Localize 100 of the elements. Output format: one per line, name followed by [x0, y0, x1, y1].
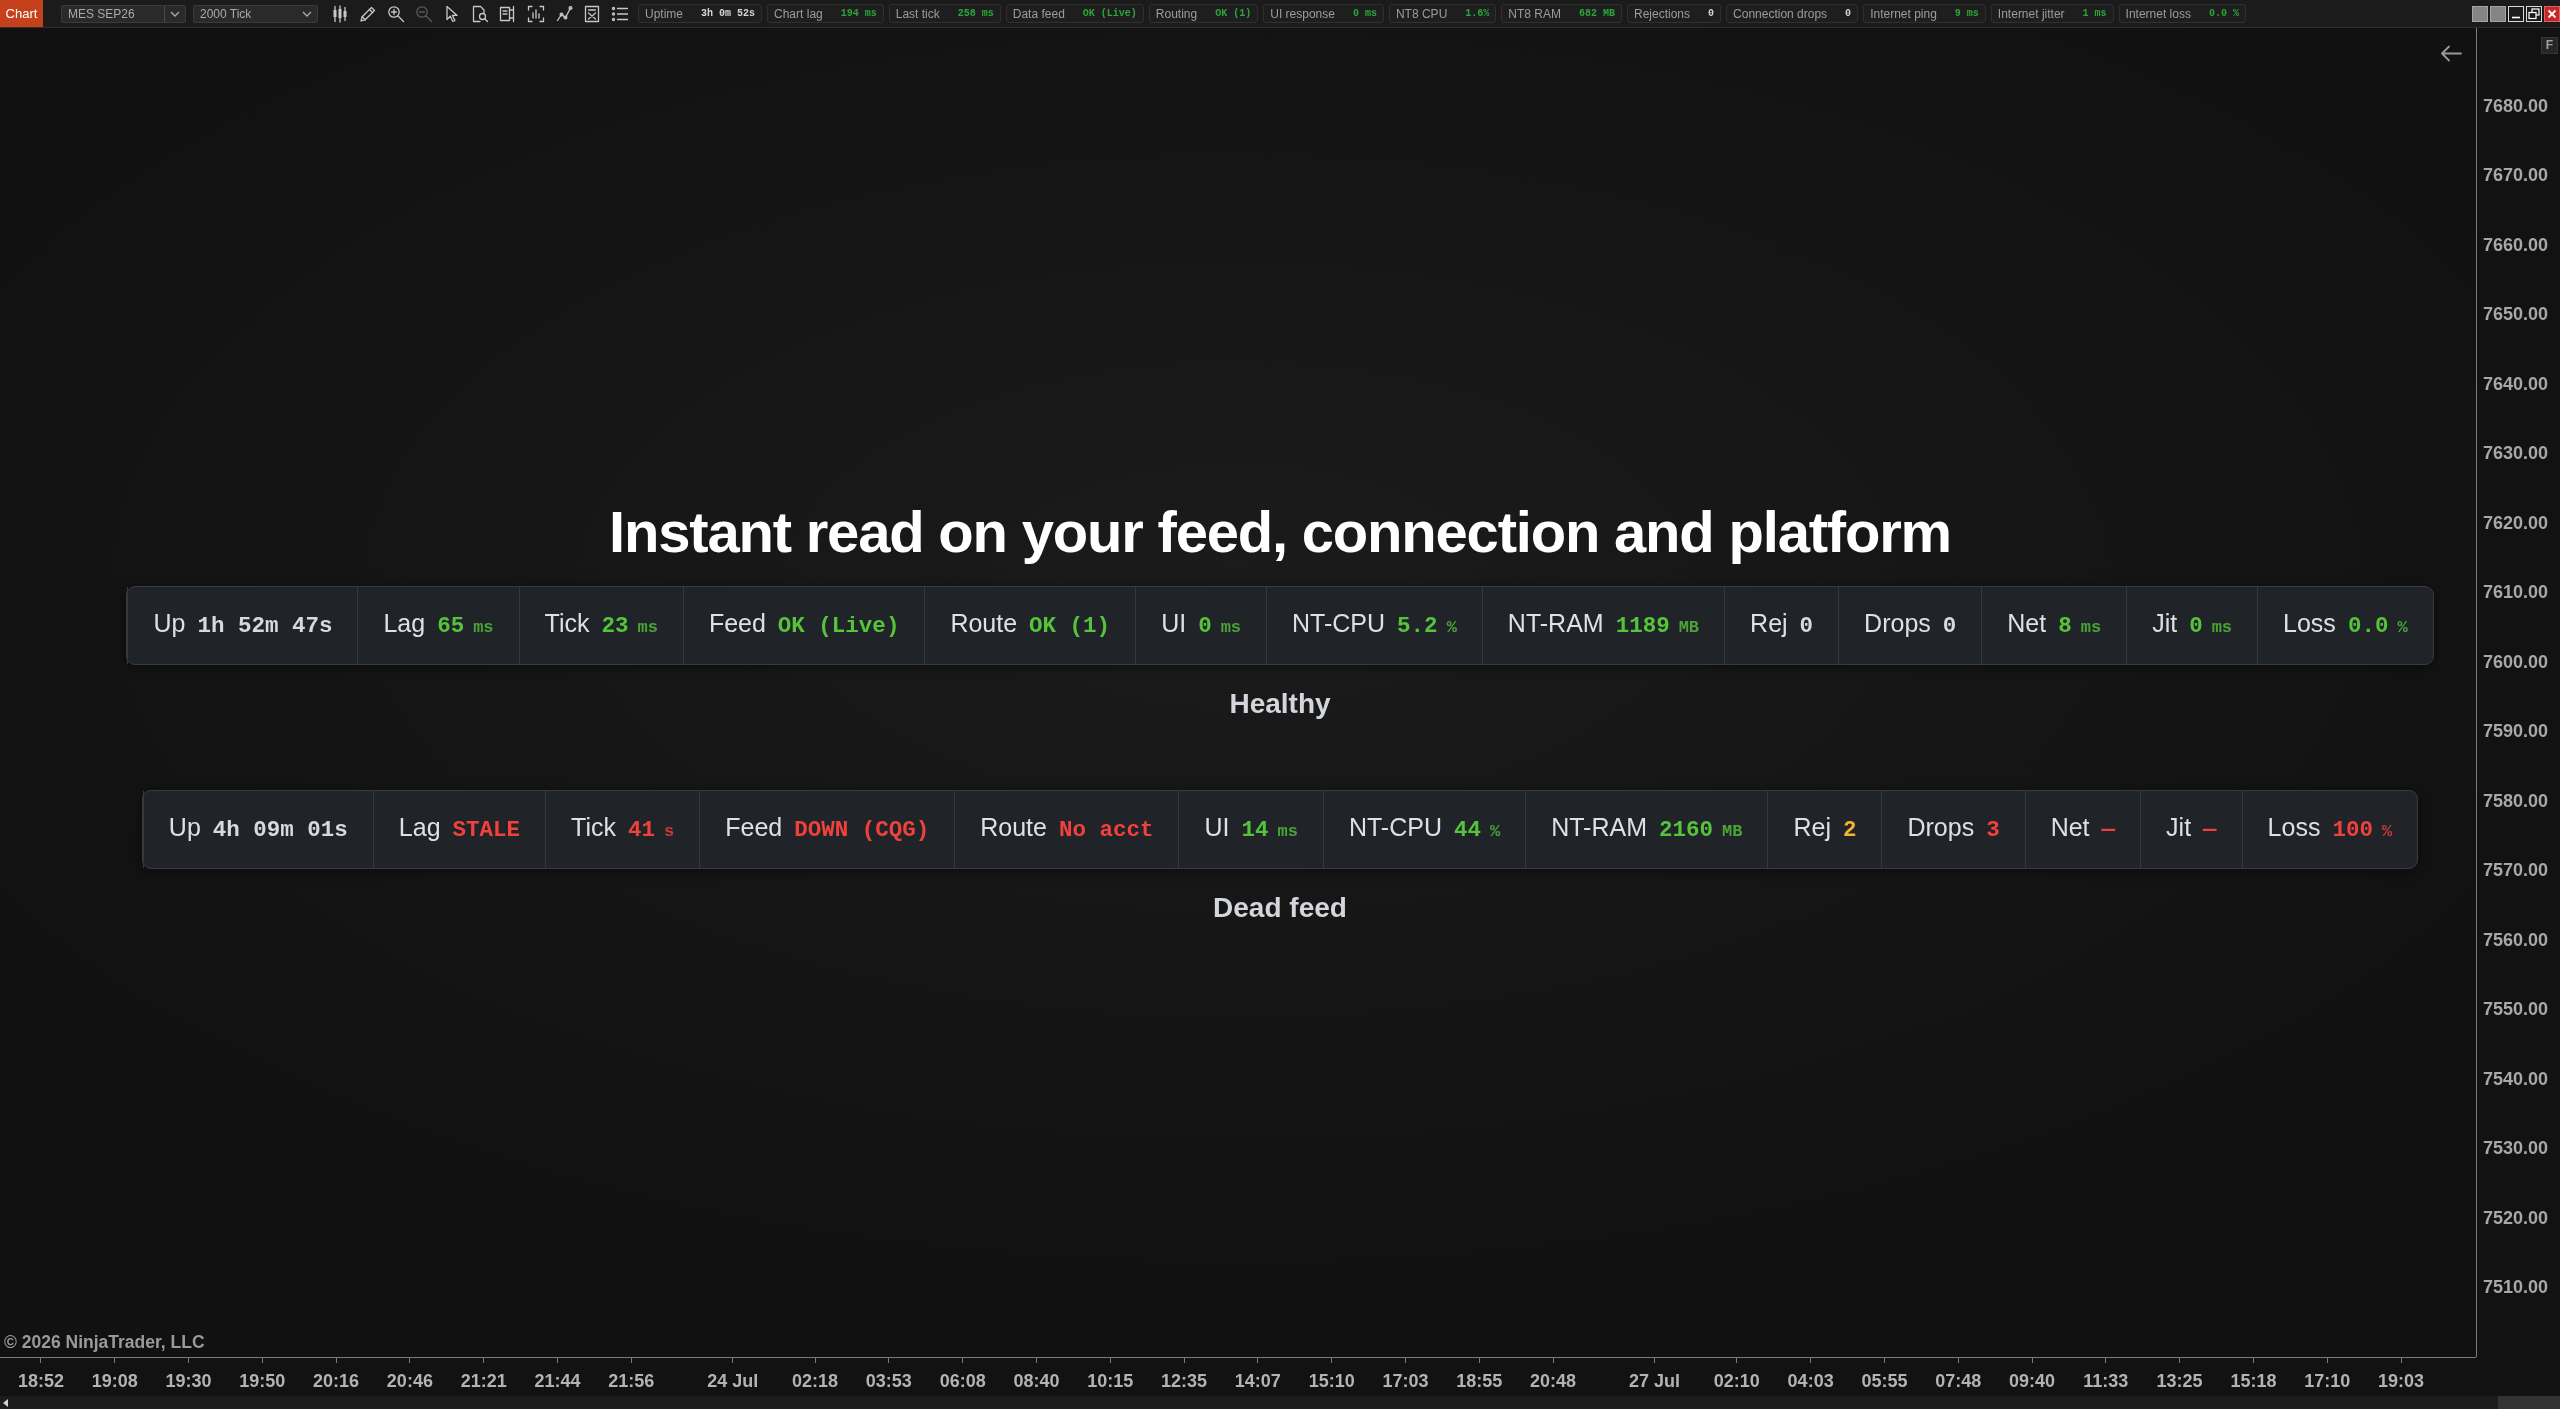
- price-label: 7590.00: [2483, 720, 2549, 743]
- interval-dropdown[interactable]: 2000 Tick: [193, 4, 318, 23]
- metric-value: 0: [2189, 612, 2203, 641]
- chip-value: 0: [1708, 6, 1715, 21]
- metric-unit: ms: [1220, 617, 1242, 639]
- left-arrow-icon[interactable]: [2440, 45, 2462, 62]
- chip-label: Connection drops: [1733, 6, 1828, 21]
- copyright-text: © 2026 NinjaTrader, LLC: [4, 1332, 205, 1352]
- time-label: 13:25: [2156, 1370, 2203, 1392]
- metric-value: 65: [437, 612, 465, 641]
- restore-icon[interactable]: [2526, 5, 2542, 22]
- time-label: 20:48: [1530, 1370, 1577, 1392]
- chip-label: Uptime: [645, 6, 683, 21]
- metric-value: 1h 52m 47s: [197, 612, 333, 641]
- chip-label: Rejections: [1634, 6, 1691, 21]
- metric-value: —: [2203, 816, 2217, 845]
- strip-caption: Dead feed: [1213, 891, 1347, 925]
- clipboard-icon[interactable]: [583, 4, 601, 23]
- metric-value: 4h 09m 01s: [212, 816, 348, 845]
- scrollbar-thumb[interactable]: [2498, 1396, 2560, 1409]
- time-label: 21:44: [534, 1370, 581, 1392]
- metric-label: Route: [950, 608, 1018, 638]
- minimize-icon[interactable]: [2508, 5, 2524, 22]
- metric-value: 2: [1842, 816, 1857, 845]
- metric-label: Tick: [544, 608, 590, 638]
- metric-label: Loss: [2283, 608, 2336, 638]
- chip-label: Last tick: [895, 6, 940, 21]
- chart-tab[interactable]: Chart: [0, 0, 43, 27]
- document-search-icon[interactable]: [471, 4, 489, 23]
- metric-value: 0.0: [2347, 612, 2389, 641]
- chip-value: 1 ms: [2082, 6, 2107, 21]
- metric-label: NT-CPU: [1348, 812, 1442, 842]
- pointer-icon[interactable]: [443, 4, 461, 23]
- metric-label: UI: [1204, 812, 1230, 842]
- metric-label: Loss: [2267, 812, 2321, 842]
- time-label: 15:10: [1308, 1370, 1355, 1392]
- chip-value: OK (Live): [1082, 6, 1137, 21]
- price-label: 7680.00: [2483, 94, 2549, 117]
- metric-unit: %: [1489, 821, 1501, 843]
- time-label: 02:18: [792, 1370, 839, 1392]
- metric-unit: ms: [2211, 617, 2233, 639]
- square-icon[interactable]: [2490, 5, 2506, 22]
- time-label: 20:46: [386, 1370, 433, 1392]
- metric-label: Feed: [708, 608, 766, 638]
- horizontal-scrollbar[interactable]: [0, 1396, 2560, 1409]
- chip-label: Routing: [1155, 6, 1198, 21]
- time-label: 04:03: [1787, 1370, 1834, 1392]
- metric-value: —: [2101, 816, 2116, 845]
- chart-frame-icon[interactable]: [527, 4, 545, 23]
- metric-label: Jit: [2166, 812, 2192, 842]
- metric-unit: ms: [1277, 821, 1298, 843]
- time-label: 07:48: [1935, 1370, 1982, 1392]
- price-label: 7630.00: [2483, 442, 2549, 465]
- metric-value: 2160: [1659, 816, 1713, 845]
- price-label: 7610.00: [2483, 581, 2549, 604]
- time-label: 19:30: [165, 1370, 212, 1392]
- panel-icon[interactable]: [499, 4, 517, 23]
- list-icon[interactable]: [611, 4, 629, 23]
- metric-unit: ms: [473, 617, 494, 639]
- metric-label: NT-CPU: [1292, 608, 1386, 638]
- scroll-left-icon[interactable]: [3, 1398, 8, 1407]
- metric-label: Rej: [1793, 812, 1831, 842]
- chip-value: 0 ms: [1352, 6, 1377, 21]
- metric-value: 0: [1942, 612, 1957, 641]
- close-icon[interactable]: [2544, 5, 2560, 22]
- metric-value: STALE: [452, 816, 521, 845]
- line-chart-icon[interactable]: [555, 4, 573, 23]
- chip-label: Internet ping: [1870, 6, 1937, 21]
- metric-label: Drops: [1864, 608, 1931, 638]
- metric-label: UI: [1161, 608, 1187, 638]
- chip-value: 682 MB: [1579, 6, 1615, 21]
- square-icon[interactable]: [2472, 5, 2488, 22]
- metric-value: 23: [601, 612, 629, 641]
- metric-value: OK (1): [1029, 612, 1111, 641]
- metric-value: 3: [1986, 816, 2000, 845]
- chip-label: UI response: [1270, 6, 1335, 21]
- metric-unit: s: [664, 821, 675, 843]
- metric-label: Route: [980, 812, 1047, 842]
- candlestick-icon[interactable]: [331, 4, 349, 23]
- time-label: 09:40: [2009, 1370, 2056, 1392]
- price-label: 7640.00: [2483, 372, 2549, 395]
- axis-button[interactable]: F: [2541, 37, 2558, 54]
- time-label: 10:15: [1087, 1370, 1134, 1392]
- pencil-icon[interactable]: [359, 4, 377, 23]
- chip-value: 0: [1845, 6, 1852, 21]
- metric-label: Up: [153, 608, 186, 638]
- metric-value: No acct: [1058, 816, 1154, 845]
- zoom-in-icon[interactable]: [387, 4, 405, 23]
- metric-label: Lag: [383, 608, 426, 638]
- instrument-dropdown[interactable]: MES SEP26: [61, 4, 186, 23]
- metric-label: Net: [2050, 812, 2090, 842]
- metric-unit: MB: [1678, 617, 1700, 639]
- time-label: 18:55: [1456, 1370, 1503, 1392]
- metric-label: NT-RAM: [1507, 608, 1604, 638]
- metric-label: Net: [2007, 608, 2047, 638]
- time-label: 11:33: [2083, 1370, 2129, 1392]
- metric-value: 14: [1241, 816, 1269, 845]
- time-label: 19:50: [239, 1370, 286, 1392]
- chip-label: Internet jitter: [1997, 6, 2065, 21]
- metric-value: 0: [1799, 612, 1814, 641]
